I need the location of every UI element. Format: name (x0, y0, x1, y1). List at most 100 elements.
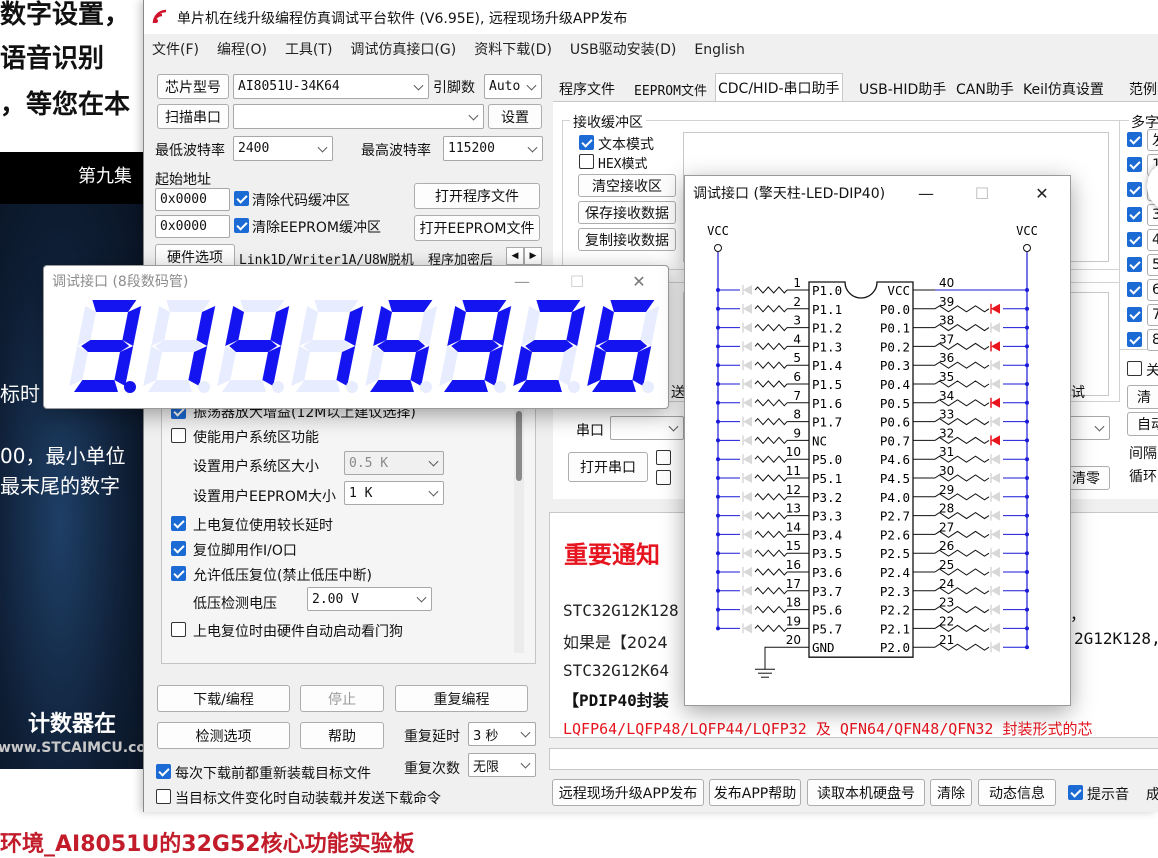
tab-program-file[interactable]: 程序文件 (557, 76, 617, 102)
reprogram-button[interactable]: 重复编程 (395, 685, 528, 712)
led-close-icon[interactable]: ✕ (1019, 178, 1065, 208)
port-option-checkbox-1[interactable] (656, 450, 671, 465)
options-scrollbar[interactable] (514, 397, 524, 653)
tab-scroll-arrows[interactable]: ◀ ▶ (506, 247, 542, 265)
menu-program[interactable]: 编程(O) (217, 42, 267, 58)
seg-minimize-icon[interactable]: — (499, 266, 545, 296)
repeat-count-select[interactable]: 无限 (468, 753, 536, 777)
seg-segment-d (222, 380, 266, 392)
multi-send-button[interactable]: 3 (1147, 204, 1158, 226)
tab-usb-hid[interactable]: USB-HID助手 (857, 76, 948, 102)
clear-code-checkbox[interactable] (234, 191, 249, 206)
tab-right-arrow[interactable]: ▶ (524, 247, 542, 265)
settings-button[interactable]: 设置 (488, 104, 542, 129)
seg-decimal-point (272, 381, 284, 393)
seg-segment-a (240, 300, 285, 312)
tab-eeprom-file[interactable]: EEPROM文件 (632, 76, 709, 102)
stop-button[interactable]: 停止 (300, 685, 384, 712)
multi-send-button[interactable]: 4 (1147, 229, 1158, 251)
user-sys-size-select[interactable]: 0.5 K (344, 451, 444, 475)
led-minimize-icon[interactable]: — (903, 178, 949, 208)
repeat-delay-select[interactable]: 3 秒 (468, 722, 536, 746)
check-options-button[interactable]: 检测选项 (157, 722, 290, 749)
multi-send-checkbox[interactable] (1127, 332, 1142, 347)
open-port-button[interactable]: 打开串口 (568, 452, 648, 482)
clear-button[interactable]: 清除 (930, 779, 972, 806)
seg-close-icon[interactable]: ✕ (616, 266, 662, 296)
port-option-checkbox-2[interactable] (656, 470, 671, 485)
reload-each-checkbox[interactable] (156, 764, 171, 779)
low-volt-select[interactable]: 2.00 V (307, 587, 432, 611)
serial-port-select[interactable] (610, 416, 684, 440)
beep-checkbox[interactable] (1068, 785, 1083, 800)
multi-send-checkbox[interactable] (1127, 182, 1142, 197)
multi-send-checkbox[interactable] (1127, 232, 1142, 247)
menu-usb-driver[interactable]: USB驱动安装(D) (570, 42, 676, 58)
auto-reload-checkbox[interactable] (156, 789, 171, 804)
seg-maximize-icon[interactable]: ☐ (554, 266, 600, 296)
open-eeprom-button[interactable]: 打开EEPROM文件 (414, 215, 540, 241)
pin-label: NC (812, 433, 827, 448)
tab-keil[interactable]: Keil仿真设置 (1021, 76, 1106, 102)
menu-english[interactable]: English (694, 42, 745, 58)
save-recv-button[interactable]: 保存接收数据 (578, 201, 676, 224)
help-button[interactable]: 帮助 (300, 722, 384, 749)
chip-type-button[interactable]: 芯片型号 (157, 74, 229, 99)
led-maximize-icon[interactable]: ☐ (959, 178, 1005, 208)
code-addr-input[interactable]: 0x0000 (155, 188, 230, 211)
chip-type-select[interactable]: AI8051U-34K64 (233, 74, 429, 99)
scan-port-button[interactable]: 扫描串口 (157, 104, 229, 129)
multi-send-checkbox[interactable] (1127, 157, 1142, 172)
max-baud-select[interactable]: 115200 (443, 136, 543, 161)
text-mode-checkbox[interactable] (579, 135, 594, 150)
download-button[interactable]: 下载/编程 (157, 685, 290, 712)
menu-tools[interactable]: 工具(T) (285, 42, 332, 58)
tab-cdc-serial[interactable]: CDC/HID-串口助手 (715, 73, 843, 102)
led-window-titlebar[interactable]: 调试接口 (擎天柱-LED-DIP40) (685, 178, 1070, 208)
port-select[interactable] (233, 104, 484, 129)
pin-count-select[interactable]: Auto (484, 74, 542, 99)
title-bar[interactable]: 单片机在线升级编程仿真调试平台软件 (V6.95E), 远程现场升级APP发布 (144, 0, 1158, 34)
min-baud-select[interactable]: 2400 (233, 136, 333, 161)
publish-help-button[interactable]: 发布APP帮助 (709, 779, 801, 806)
resistor (754, 605, 788, 614)
tab-can[interactable]: CAN助手 (954, 76, 1016, 102)
led-triangle (743, 548, 752, 559)
wdt-checkbox[interactable] (171, 622, 186, 637)
multi-send-button[interactable]: 5 (1147, 254, 1158, 276)
auto-r-button[interactable]: 自动 (1127, 412, 1158, 436)
menu-file[interactable]: 文件(F) (152, 42, 199, 58)
long-delay-checkbox[interactable] (171, 516, 186, 531)
eeprom-addr-input[interactable]: 0x0000 (155, 215, 230, 238)
user-eeprom-select[interactable]: 1 K (344, 481, 444, 505)
low-volt-reset-checkbox[interactable] (171, 566, 186, 581)
open-program-button[interactable]: 打开程序文件 (414, 183, 540, 209)
menu-debug[interactable]: 调试仿真接口(G) (350, 42, 456, 58)
multi-send-checkbox[interactable] (1127, 132, 1142, 147)
multi-send-checkbox[interactable] (1127, 307, 1142, 322)
clear-recv-button[interactable]: 清空接收区 (578, 174, 676, 197)
reset-io-checkbox[interactable] (171, 541, 186, 556)
user-sys-checkbox[interactable] (171, 428, 186, 443)
multi-send-button[interactable]: 6 (1147, 279, 1158, 301)
menu-download[interactable]: 资料下载(D) (474, 42, 552, 58)
multi-send-button[interactable]: 8 (1147, 329, 1158, 351)
dynamic-info-button[interactable]: 动态信息 (978, 779, 1056, 806)
remote-upgrade-button[interactable]: 远程现场升级APP发布 (552, 779, 704, 806)
multi-send-checkbox[interactable] (1127, 257, 1142, 272)
clear-r-button[interactable]: 清 (1127, 385, 1158, 409)
options-scroll-thumb[interactable] (516, 411, 522, 481)
tab-examples[interactable]: 范例 (1127, 76, 1158, 102)
video-frame: 第九集 标时 00，最小单位 最末尾的数字 计数器在 www.STCAIMCU.… (0, 152, 161, 769)
read-disk-button[interactable]: 读取本机硬盘号 (807, 779, 925, 806)
video-subtitle: 计数器在 (28, 712, 117, 737)
multi-send-checkbox[interactable] (1127, 207, 1142, 222)
multi-send-button[interactable]: 发 (1147, 129, 1158, 151)
copy-recv-button[interactable]: 复制接收数据 (578, 228, 676, 251)
tab-left-arrow[interactable]: ◀ (506, 247, 524, 265)
clear-eeprom-checkbox[interactable] (234, 218, 249, 233)
multi-send-checkbox[interactable] (1127, 282, 1142, 297)
close-checkbox[interactable] (1127, 361, 1142, 376)
hex-mode-checkbox[interactable] (579, 154, 594, 169)
multi-send-button[interactable]: 7 (1147, 304, 1158, 326)
